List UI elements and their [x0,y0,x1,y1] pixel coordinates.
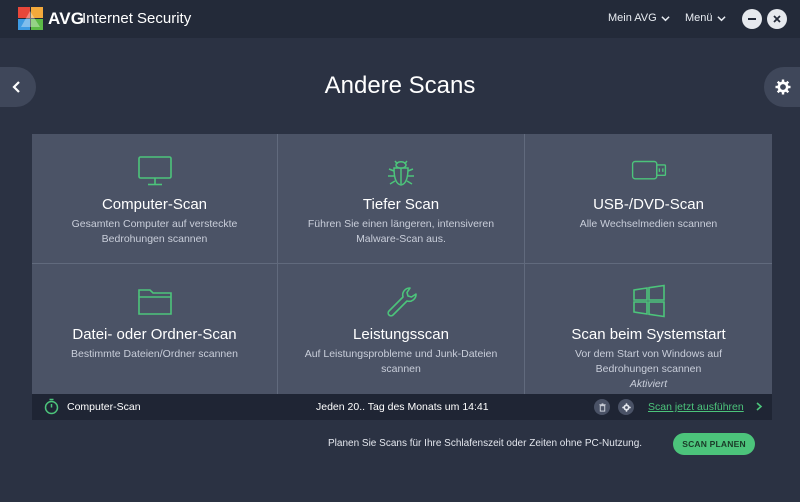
chevron-down-icon [661,15,670,21]
tile-deep-scan[interactable]: Tiefer Scan Führen Sie einen längeren, i… [278,134,525,264]
product-name: Internet Security [82,10,192,27]
account-menu-label: Mein AVG [608,12,657,24]
tile-description: Alle Wechselmedien scannen [579,218,718,230]
main-menu-label: Menü [685,12,713,24]
tile-usb-dvd-scan[interactable]: USB-/DVD-Scan Alle Wechselmedien scannen [525,134,772,264]
tile-title: Leistungsscan [353,326,449,343]
avg-logo [18,7,43,30]
schedule-settings-button[interactable] [618,399,634,415]
tile-description: Auf Leistungsprobleme und Junk-Dateien [304,348,498,360]
tile-boot-time-scan[interactable]: Scan beim Systemstart Vor dem Start von … [525,264,772,394]
scan-grid: Computer-Scan Gesamten Computer auf vers… [32,134,772,394]
run-scan-now-link[interactable]: Scan jetzt ausführen [648,401,744,413]
status-label: Aktiviert [629,378,668,390]
close-icon [773,15,781,23]
brand-name: AVG [48,9,85,28]
tile-title: USB-/DVD-Scan [593,196,704,213]
tile-description: Bedrohungen scannen [595,363,702,375]
tile-title: Computer-Scan [101,196,208,213]
delete-schedule-button[interactable] [594,399,610,415]
schedule-hint: Planen Sie Scans für Ihre Schlafenszeit … [328,438,643,449]
usb-icon [631,160,666,180]
scheduled-scan-time: Jeden 20.. Tag des Monats um 14:41 [316,401,489,413]
account-menu[interactable]: Mein AVG [608,12,670,24]
minimize-icon [748,18,756,20]
tile-title: Tiefer Scan [362,196,440,213]
monitor-icon [137,156,172,186]
tile-description: Malware-Scan aus. [356,233,446,245]
tile-description: Bedrohungen scannen [101,233,208,245]
tile-file-folder-scan[interactable]: Datei- oder Ordner-Scan Bestimmte Dateie… [32,264,278,394]
tile-description: scannen [381,363,421,375]
tile-title: Datei- oder Ordner-Scan [72,326,237,343]
folder-icon [137,289,172,315]
stopwatch-icon [44,398,59,415]
scheduled-scan-name: Computer-Scan [67,401,141,413]
tile-description: Vor dem Start von Windows auf [574,348,723,360]
page-title: Andere Scans [324,72,476,99]
schedule-scan-button[interactable]: SCAN PLANEN [673,433,755,455]
main-menu[interactable]: Menü [685,12,726,24]
gear-icon [621,402,631,412]
chevron-down-icon [716,15,726,21]
windows-icon [632,284,665,318]
wrench-icon [387,287,417,317]
trash-icon [598,402,606,412]
minimize-button[interactable] [742,9,762,29]
title-bar: AVG Internet Security Mein AVG Menü [0,0,800,38]
tile-description: Führen Sie einen längeren, intensiveren [307,218,495,230]
tile-computer-scan[interactable]: Computer-Scan Gesamten Computer auf vers… [32,134,278,264]
scheduled-scan-bar: Computer-Scan Jeden 20.. Tag des Monats … [32,394,772,420]
tile-title: Scan beim Systemstart [571,326,726,343]
close-button[interactable] [767,9,787,29]
tile-performance-scan[interactable]: Leistungsscan Auf Leistungsprobleme und … [278,264,525,394]
tile-description: Bestimmte Dateien/Ordner scannen [71,348,238,360]
tile-description: Gesamten Computer auf versteckte [71,218,238,230]
chevron-right-icon[interactable] [755,402,763,411]
bug-icon [388,160,414,186]
